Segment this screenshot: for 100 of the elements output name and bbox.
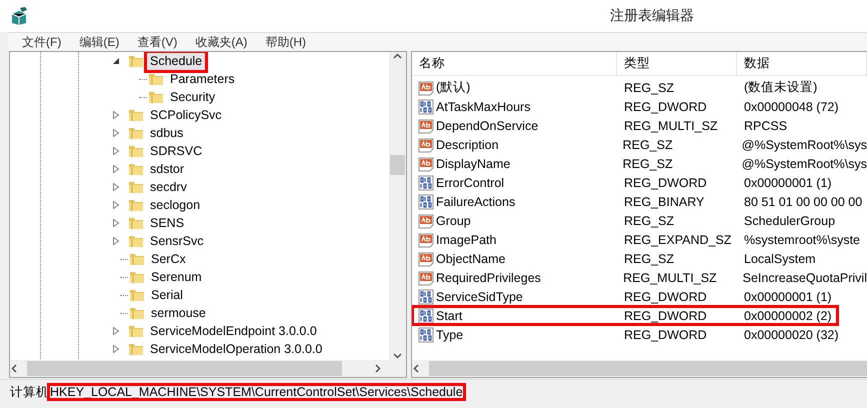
tree-item[interactable]: ServiceModelOperation 3.0.0.0 [147, 340, 326, 358]
tree-item[interactable]: seclogon [147, 196, 204, 214]
tree-item[interactable]: Parameters [167, 70, 238, 88]
binary-value-icon [418, 174, 434, 190]
expand-arrow-icon[interactable] [112, 327, 120, 335]
value-type: REG_DWORD [623, 328, 708, 342]
collapse-arrow-icon[interactable] [112, 57, 120, 65]
folder-icon [128, 161, 144, 177]
value-type: REG_SZ [623, 214, 676, 228]
folder-icon [148, 71, 164, 87]
tree-item[interactable]: SensrSvc [147, 232, 206, 250]
menu-item[interactable]: 收藏夹(A) [195, 34, 254, 50]
tree-item[interactable]: Serial [148, 286, 186, 304]
text-value-icon [418, 118, 434, 134]
value-type: REG_SZ [623, 80, 676, 94]
text-value-icon [418, 156, 434, 172]
expand-arrow-icon[interactable] [112, 147, 120, 155]
expand-arrow-icon[interactable] [112, 111, 120, 119]
scroll-thumb[interactable] [429, 361, 867, 376]
folder-icon [128, 215, 144, 231]
expand-arrow-icon[interactable] [112, 237, 120, 245]
menu-item[interactable]: 帮助(H) [265, 34, 312, 50]
scroll-right-icon[interactable] [373, 364, 382, 373]
scroll-left-icon[interactable] [412, 364, 421, 373]
value-data: SeIncreaseQuotaPrivil [742, 270, 867, 284]
menu-item[interactable]: 查看(V) [137, 34, 184, 50]
value-type: REG_DWORD [623, 176, 708, 190]
value-name: Start [436, 308, 462, 322]
folder-icon [128, 197, 144, 213]
value-data: 0x00000002 (2) [743, 308, 832, 322]
folder-icon [148, 89, 164, 105]
binary-value-icon [418, 288, 434, 304]
scroll-thumb[interactable] [27, 361, 342, 376]
folder-icon [129, 305, 145, 321]
value-name: ObjectName [436, 252, 506, 266]
expand-arrow-icon[interactable] [112, 165, 120, 173]
scroll-left-icon[interactable] [10, 364, 19, 373]
binary-value-icon [418, 326, 434, 342]
value-data: 0x00000020 (32) [743, 328, 839, 342]
expand-arrow-icon[interactable] [112, 219, 120, 227]
tree-item[interactable]: SENS [147, 214, 188, 232]
scroll-thumb[interactable] [390, 155, 405, 175]
binary-value-icon [418, 98, 434, 114]
value-name: ServiceSidType [436, 290, 523, 304]
expand-arrow-icon[interactable] [112, 183, 120, 191]
value-name: ImagePath [436, 232, 496, 246]
value-type: REG_MULTI_SZ [622, 270, 718, 284]
value-data: @%SystemRoot%\sys [740, 156, 867, 170]
tree-item[interactable]: sdbus [147, 124, 186, 142]
expand-arrow-icon[interactable] [112, 345, 120, 353]
folder-icon [128, 125, 144, 141]
binary-value-icon [418, 308, 434, 324]
registry-path: HKEY_LOCAL_MACHINE\SYSTEM\CurrentControlSet\Services\Schedule [49, 385, 464, 399]
value-type: REG_SZ [622, 156, 674, 170]
value-type: REG_BINARY [623, 194, 706, 208]
tree-item[interactable]: SDRSVC [147, 142, 206, 160]
folder-icon [128, 53, 144, 69]
menu-item[interactable]: 文件(F) [22, 34, 68, 50]
tree-item[interactable]: sermouse [148, 304, 209, 322]
value-data: 0x00000001 (1) [743, 290, 832, 304]
tree-item[interactable]: Security [167, 88, 218, 106]
scroll-down-icon[interactable] [393, 351, 402, 360]
value-name: DependOnService [436, 118, 538, 132]
value-data: (数值未设置) [743, 79, 818, 96]
value-data: 0x00000048 (72) [743, 100, 839, 114]
menu-item[interactable]: 编辑(E) [79, 34, 126, 50]
vertical-scrollbar[interactable] [389, 52, 406, 360]
expand-arrow-icon[interactable] [112, 129, 120, 137]
tree-item[interactable]: sdstor [147, 160, 188, 178]
value-type: REG_DWORD [623, 290, 708, 304]
tree-item[interactable]: ServiceModelEndpoint 3.0.0.0 [147, 322, 320, 340]
column-header[interactable]: 名称 [412, 52, 617, 75]
folder-icon [128, 143, 144, 159]
column-header[interactable]: 类型 [617, 52, 737, 75]
binary-value-icon [418, 194, 434, 210]
highlighted-row[interactable]: Start REG_DWORD 0x00000002 (2) [412, 306, 838, 325]
horizontal-scrollbar[interactable] [412, 360, 867, 377]
text-value-icon [418, 212, 434, 228]
value-type: REG_SZ [623, 252, 676, 266]
folder-icon [128, 323, 144, 339]
value-type: REG_SZ [622, 138, 674, 152]
scroll-up-icon[interactable] [393, 52, 402, 61]
expand-arrow-icon[interactable] [112, 201, 120, 209]
value-data: LocalSystem [743, 252, 816, 266]
value-name: Description [436, 138, 499, 152]
value-name: ErrorControl [436, 176, 504, 190]
value-name: DisplayName [436, 156, 510, 170]
value-type: REG_EXPAND_SZ [623, 232, 732, 246]
value-data: 80 51 01 00 00 00 00 [743, 194, 862, 208]
folder-icon [129, 269, 145, 285]
text-value-icon [418, 250, 434, 266]
tree-item[interactable]: Schedule [147, 52, 206, 70]
tree-item[interactable]: SCPolicySvc [147, 106, 225, 124]
column-header[interactable]: 数据 [737, 52, 867, 75]
value-name: FailureActions [436, 194, 516, 208]
tree-item[interactable]: Serenum [148, 268, 205, 286]
horizontal-scrollbar[interactable] [10, 360, 406, 377]
value-name: AtTaskMaxHours [436, 100, 530, 114]
tree-item[interactable]: secdrv [147, 178, 190, 196]
tree-item[interactable]: SerCx [148, 250, 189, 268]
